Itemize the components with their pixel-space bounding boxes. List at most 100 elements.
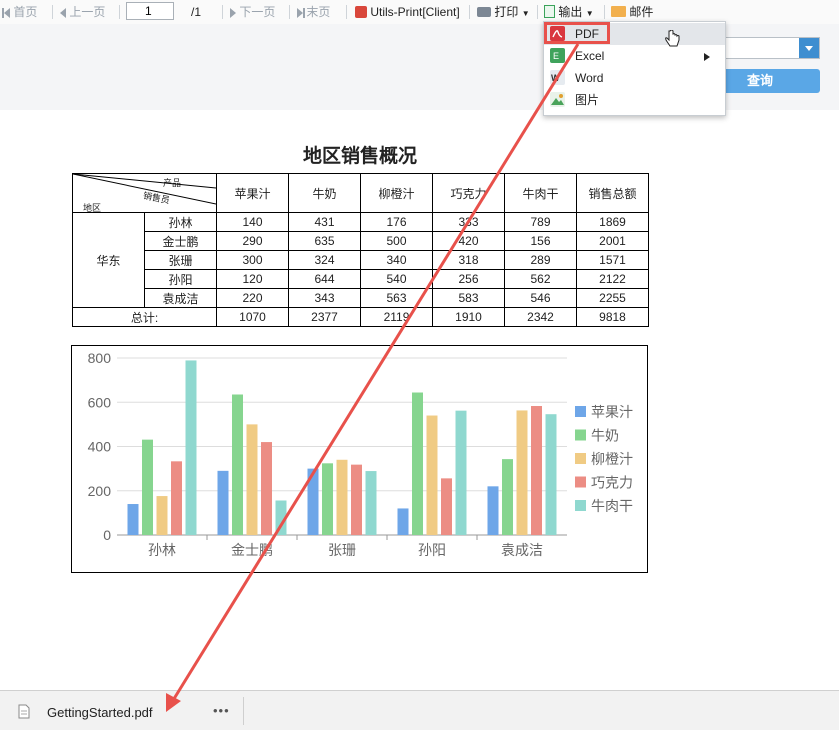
bar bbox=[261, 442, 272, 535]
y-tick-label: 800 bbox=[88, 350, 112, 366]
total-row: 总计: 1070 2377 2119 1910 2342 9818 bbox=[72, 307, 649, 327]
sales-chart: 0 200 400 600 800 孙林 金士鹏 张珊 孙阳 袁成洁 苹果汁 牛奶 柳橙汁 巧克力 牛肉干 bbox=[71, 345, 648, 573]
last-page-label: 末页 bbox=[306, 5, 331, 19]
value-cell: 318 bbox=[432, 250, 505, 270]
legend-label: 柳橙汁 bbox=[591, 451, 633, 467]
more-options-button[interactable]: ••• bbox=[213, 703, 230, 718]
chevron-down-icon bbox=[805, 46, 813, 51]
menu-item-label: Excel bbox=[575, 49, 605, 63]
separator bbox=[119, 5, 120, 19]
print-label: 打印 bbox=[494, 5, 519, 19]
column-header: 牛肉干 bbox=[504, 173, 577, 213]
salesperson-cell: 孙阳 bbox=[144, 269, 217, 289]
legend-label: 牛肉干 bbox=[591, 498, 633, 514]
total-cell: 2377 bbox=[288, 307, 361, 327]
value-cell: 340 bbox=[360, 250, 433, 270]
legend-label: 牛奶 bbox=[591, 428, 619, 444]
dropdown-button[interactable] bbox=[799, 38, 819, 58]
separator bbox=[222, 5, 223, 19]
legend-swatch bbox=[575, 453, 586, 464]
value-cell: 256 bbox=[432, 269, 505, 289]
value-cell: 2255 bbox=[576, 288, 649, 308]
separator bbox=[604, 5, 605, 19]
legend-swatch bbox=[575, 429, 586, 441]
menu-item-excel[interactable]: E Excel bbox=[544, 45, 725, 67]
image-icon bbox=[550, 92, 565, 107]
page-number-input[interactable] bbox=[126, 2, 174, 20]
first-page-button[interactable]: 首页 bbox=[4, 4, 37, 20]
table-row: 张珊 300 324 340 318 289 1571 bbox=[73, 250, 649, 270]
value-cell: 500 bbox=[360, 231, 433, 251]
menu-item-image[interactable]: 图片 bbox=[544, 89, 725, 111]
next-page-icon bbox=[230, 7, 236, 18]
value-cell: 343 bbox=[288, 288, 361, 308]
salesperson-cell: 金士鹏 bbox=[144, 231, 217, 251]
report-title: 地区销售概况 bbox=[302, 146, 417, 167]
value-cell: 789 bbox=[504, 212, 577, 232]
download-filename[interactable]: GettingStarted.pdf bbox=[47, 705, 153, 720]
value-cell: 290 bbox=[216, 231, 289, 251]
bar bbox=[336, 459, 348, 535]
value-cell: 140 bbox=[216, 212, 289, 232]
bar bbox=[441, 478, 452, 535]
bar bbox=[516, 410, 528, 535]
mail-button[interactable]: 邮件 bbox=[611, 4, 653, 20]
last-page-button[interactable]: 末页 bbox=[297, 4, 330, 20]
mail-label: 邮件 bbox=[629, 5, 654, 19]
bar bbox=[487, 486, 499, 535]
client-print-button[interactable]: Utils-Print[Client] bbox=[355, 4, 460, 20]
prev-page-label: 上一页 bbox=[69, 5, 106, 19]
bar bbox=[412, 392, 423, 535]
total-label: 总计: bbox=[72, 307, 217, 327]
column-header: 巧克力 bbox=[432, 173, 505, 213]
value-cell: 220 bbox=[216, 288, 289, 308]
value-cell: 563 bbox=[360, 288, 433, 308]
menu-item-word[interactable]: W Word bbox=[544, 67, 725, 89]
value-cell: 546 bbox=[504, 288, 577, 308]
bar bbox=[502, 459, 513, 535]
export-icon bbox=[544, 5, 555, 18]
total-cell: 1070 bbox=[216, 307, 289, 327]
diag-product-label: 产品 bbox=[163, 178, 182, 188]
table-row: 华东 孙林 140 431 176 333 789 1869 bbox=[72, 212, 649, 308]
export-button[interactable]: 输出 ▼ bbox=[544, 4, 594, 20]
region-cell: 华东 bbox=[72, 212, 145, 308]
bar bbox=[275, 500, 287, 535]
value-cell: 1869 bbox=[576, 212, 649, 232]
prev-page-button[interactable]: 上一页 bbox=[60, 4, 105, 20]
legend-swatch bbox=[575, 476, 586, 488]
value-cell: 176 bbox=[360, 212, 433, 232]
x-tick-label: 孙阳 bbox=[418, 542, 446, 558]
word-icon: W bbox=[550, 70, 565, 85]
bar bbox=[322, 463, 333, 535]
y-tick-label: 200 bbox=[88, 483, 112, 499]
separator bbox=[346, 5, 347, 19]
menu-item-label: 图片 bbox=[575, 93, 600, 107]
value-cell: 333 bbox=[432, 212, 505, 232]
client-print-label: Utils-Print[Client] bbox=[370, 5, 460, 19]
x-tick-label: 袁成洁 bbox=[501, 542, 543, 558]
value-cell: 1571 bbox=[576, 250, 649, 270]
excel-icon: E bbox=[550, 48, 565, 63]
chevron-down-icon: ▼ bbox=[521, 9, 530, 18]
svg-text:E: E bbox=[553, 51, 559, 61]
bar bbox=[545, 414, 557, 535]
table-row: 孙阳 120 644 540 256 562 2122 bbox=[73, 269, 649, 289]
total-cell: 9818 bbox=[576, 307, 649, 327]
diag-region-label: 地区 bbox=[83, 203, 102, 213]
value-cell: 562 bbox=[504, 269, 577, 289]
value-cell: 156 bbox=[504, 231, 577, 251]
next-page-label: 下一页 bbox=[239, 5, 276, 19]
download-bar: GettingStarted.pdf ••• bbox=[0, 690, 839, 730]
value-cell: 2001 bbox=[576, 231, 649, 251]
total-cell: 2342 bbox=[504, 307, 577, 327]
y-tick-label: 400 bbox=[88, 439, 112, 455]
bar bbox=[232, 394, 243, 535]
next-page-button[interactable]: 下一页 bbox=[230, 4, 275, 20]
table-header-row: 产品 销售员 地区 苹果汁 牛奶 柳橙汁 巧克力 牛肉干 销售总额 bbox=[72, 173, 649, 213]
bar bbox=[142, 439, 153, 535]
diagonal-header-cell: 产品 销售员 地区 bbox=[72, 173, 217, 213]
print-button[interactable]: 打印 ▼ bbox=[477, 4, 530, 20]
column-header: 苹果汁 bbox=[216, 173, 289, 213]
bar bbox=[217, 470, 229, 535]
